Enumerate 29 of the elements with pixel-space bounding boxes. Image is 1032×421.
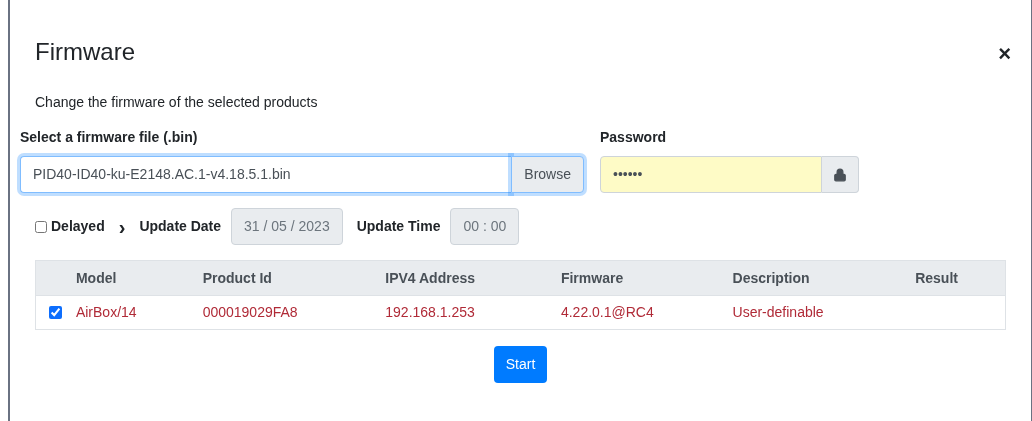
column-header: Result bbox=[915, 269, 958, 286]
date-label: Update Date bbox=[139, 217, 222, 236]
column-header: Product Id bbox=[202, 269, 272, 286]
dialog-description: Change the firmware of the selected products bbox=[34, 93, 319, 112]
column-header: Firmware bbox=[560, 269, 624, 286]
time-field[interactable]: 00 : 00 bbox=[450, 208, 520, 245]
column-header: IPV4 Address bbox=[385, 269, 476, 286]
start-button[interactable]: Start bbox=[493, 346, 548, 383]
field-label: Password bbox=[600, 128, 668, 147]
column-header: Model bbox=[75, 269, 117, 286]
table-cell: 000019029FA8 bbox=[202, 304, 298, 320]
table-cell: 192.168.1.253 bbox=[385, 304, 475, 320]
file-field[interactable]: PID40-ID40-ku-E2148.AC.1-v4.18.5.1.bin bbox=[20, 156, 512, 193]
time-label: Update Time bbox=[356, 217, 441, 236]
table-cell: 4.22.0.1@RC4 bbox=[560, 304, 654, 320]
table-cell: User-definable bbox=[732, 304, 824, 320]
date-field[interactable]: 31 / 05 / 2023 bbox=[231, 208, 343, 245]
checkbox-label: Delayed bbox=[51, 217, 105, 236]
password-field[interactable]: •••••• bbox=[600, 156, 822, 193]
table-cell: AirBox/14 bbox=[75, 304, 137, 320]
chevron-text: › bbox=[117, 216, 127, 237]
field-label: Select a firmware file (.bin) bbox=[20, 128, 199, 147]
close-button[interactable]: × bbox=[998, 43, 1011, 65]
browse-button[interactable]: Browse bbox=[511, 156, 584, 193]
column-header: Description bbox=[732, 269, 810, 286]
delayed-checkbox[interactable] bbox=[35, 220, 47, 233]
row-checkbox[interactable] bbox=[49, 306, 63, 319]
lock-icon bbox=[822, 156, 859, 193]
dialog-title: Firmware bbox=[35, 37, 135, 67]
